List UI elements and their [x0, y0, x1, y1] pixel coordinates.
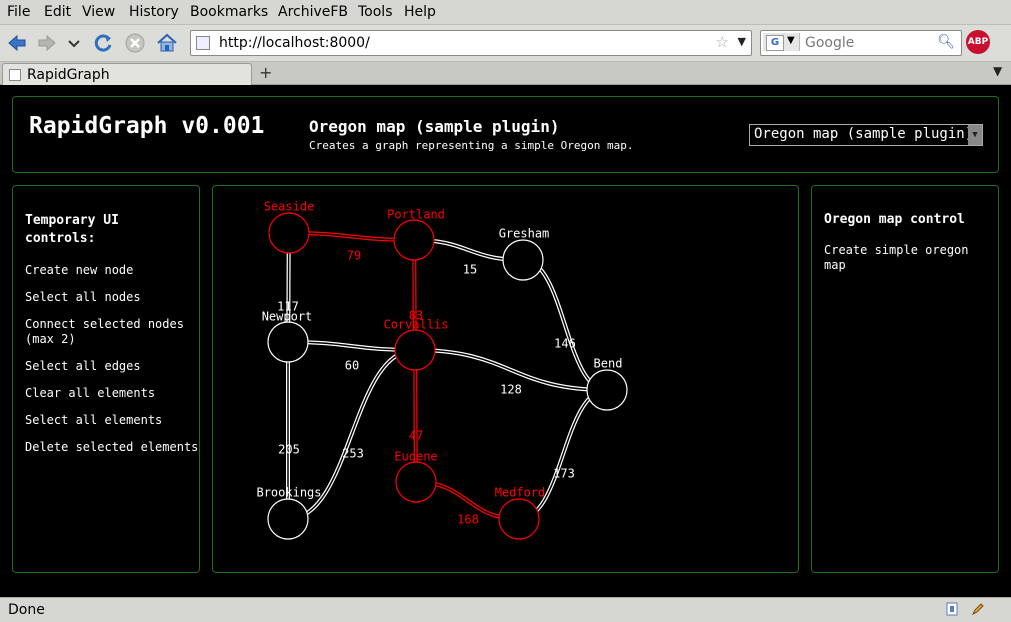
plugin-select-value: Oregon map (sample plugin): [754, 126, 974, 142]
tab-rapidgraph[interactable]: RapidGraph: [2, 63, 252, 85]
edge-weight-label: 128: [500, 383, 522, 397]
menu-view[interactable]: View: [82, 4, 115, 20]
menu-history[interactable]: History: [129, 4, 179, 20]
chevron-down-icon: ▼: [787, 35, 795, 46]
edge-weight-label: 205: [278, 443, 300, 457]
url-bar[interactable]: http://localhost:8000/ ☆ ▼: [190, 30, 752, 56]
controls-title: Temporary UI controls:: [25, 213, 119, 246]
edge-weight-label: 15: [463, 263, 477, 277]
header-panel: RapidGraph v0.001 Oregon map (sample plu…: [12, 96, 999, 173]
edge-weight-label: 253: [342, 447, 364, 461]
forward-icon[interactable]: [36, 32, 58, 54]
addon-pencil-icon[interactable]: [970, 601, 986, 617]
new-tab-icon[interactable]: +: [259, 63, 272, 82]
graph-edge[interactable]: [522, 258, 608, 392]
graph-node-eugene[interactable]: [395, 461, 437, 503]
delete-selected-button[interactable]: Delete selected elements: [25, 440, 200, 455]
status-bar: Done: [0, 597, 1011, 622]
node-label-brookings: Brookings: [256, 486, 321, 500]
right-plugin-panel: Oregon map control Create simple oregon …: [811, 185, 999, 573]
graph-canvas-panel[interactable]: 79 15 117 83 146 60 128 205 253 47 168 173 Seaside Po…: [212, 185, 799, 573]
graph-node-medford[interactable]: [498, 498, 540, 540]
create-oregon-map-button[interactable]: Create simple oregon map: [824, 243, 984, 273]
adblock-icon[interactable]: ABP: [966, 30, 990, 54]
navigation-toolbar: http://localhost:8000/ ☆ ▼ G ▼ Google 🔍︎…: [0, 25, 1011, 62]
edge-weight-label: 146: [554, 337, 576, 351]
left-controls-panel: Temporary UI controls: Create new node S…: [12, 185, 200, 573]
page-content: RapidGraph v0.001 Oregon map (sample plu…: [0, 85, 1011, 597]
menu-file[interactable]: File: [7, 4, 30, 20]
edge-weight-label: 47: [409, 429, 423, 443]
node-label-bend: Bend: [594, 357, 623, 371]
tab-title: RapidGraph: [27, 67, 110, 83]
url-text[interactable]: http://localhost:8000/: [219, 35, 370, 51]
edge-weight-label: 168: [457, 513, 479, 527]
graph-node-newport[interactable]: [267, 321, 309, 363]
node-label-portland: Portland: [387, 208, 445, 222]
graph-node-portland[interactable]: [393, 219, 435, 261]
select-all-elements-button[interactable]: Select all elements: [25, 413, 200, 428]
clear-all-button[interactable]: Clear all elements: [25, 386, 200, 401]
bookmark-star-icon[interactable]: ☆: [716, 33, 729, 51]
graph-node-bend[interactable]: [586, 369, 628, 411]
select-all-edges-button[interactable]: Select all edges: [25, 359, 200, 374]
create-node-button[interactable]: Create new node: [25, 263, 200, 278]
node-label-medford: Medford: [495, 486, 546, 500]
graph-edge[interactable]: [518, 388, 608, 521]
node-label-seaside: Seaside: [264, 200, 315, 214]
page-favicon-icon: [196, 36, 210, 50]
status-text: Done: [8, 602, 45, 618]
search-bar[interactable]: G ▼ Google 🔍︎: [760, 30, 962, 56]
graph-canvas[interactable]: 79151178314660128205 25347168173SeasidePo…: [213, 186, 798, 572]
menu-bookmarks[interactable]: Bookmarks: [190, 4, 268, 20]
graph-node-brookings[interactable]: [267, 498, 309, 540]
edge-weight-label: 173: [553, 467, 575, 481]
plugin-control-title: Oregon map control: [824, 212, 965, 227]
tab-favicon-icon: [9, 69, 21, 81]
node-label-eugene: Eugene: [394, 450, 437, 464]
graph-node-corvallis[interactable]: [394, 329, 436, 371]
graph-node-gresham[interactable]: [502, 239, 544, 281]
node-label-corvallis: Corvallis: [383, 318, 448, 332]
menu-bar: File Edit View History Bookmarks Archive…: [0, 0, 1011, 25]
history-dropdown-icon[interactable]: [66, 32, 82, 54]
edge-weight-label: 79: [347, 249, 361, 263]
stop-icon[interactable]: [124, 32, 146, 54]
search-engine-selector[interactable]: G ▼: [763, 33, 800, 51]
menu-tools[interactable]: Tools: [358, 4, 393, 20]
plugin-title: Oregon map (sample plugin): [309, 117, 560, 136]
back-icon[interactable]: [6, 32, 28, 54]
plugin-description: Creates a graph representing a simple Or…: [309, 139, 634, 152]
reload-icon[interactable]: [92, 32, 114, 54]
connect-nodes-button[interactable]: Connect selected nodes (max 2): [25, 317, 200, 347]
search-icon[interactable]: 🔍︎: [937, 34, 955, 50]
tab-list-icon[interactable]: ▼: [993, 64, 1002, 78]
menu-help[interactable]: Help: [404, 4, 436, 20]
select-all-nodes-button[interactable]: Select all nodes: [25, 290, 200, 305]
chevron-down-icon: ▼: [968, 125, 982, 145]
edge-core: [518, 389, 608, 520]
plugin-select[interactable]: Oregon map (sample plugin) ▼: [749, 124, 983, 146]
graph-node-seaside[interactable]: [268, 212, 310, 254]
node-label-gresham: Gresham: [499, 227, 550, 241]
menu-edit[interactable]: Edit: [44, 4, 71, 20]
edge-weight-label: 60: [345, 359, 359, 373]
google-icon: G: [766, 35, 784, 51]
search-input[interactable]: Google: [805, 35, 854, 51]
edge-core: [522, 259, 608, 391]
tab-bar: RapidGraph + ▼: [0, 62, 1011, 85]
node-label-newport: Newport: [262, 310, 313, 324]
page-info-icon[interactable]: [944, 601, 960, 617]
menu-archivefb[interactable]: ArchiveFB: [278, 4, 348, 20]
app-title: RapidGraph v0.001: [29, 113, 265, 139]
home-icon[interactable]: [156, 32, 178, 54]
url-dropdown-icon[interactable]: ▼: [738, 35, 746, 48]
